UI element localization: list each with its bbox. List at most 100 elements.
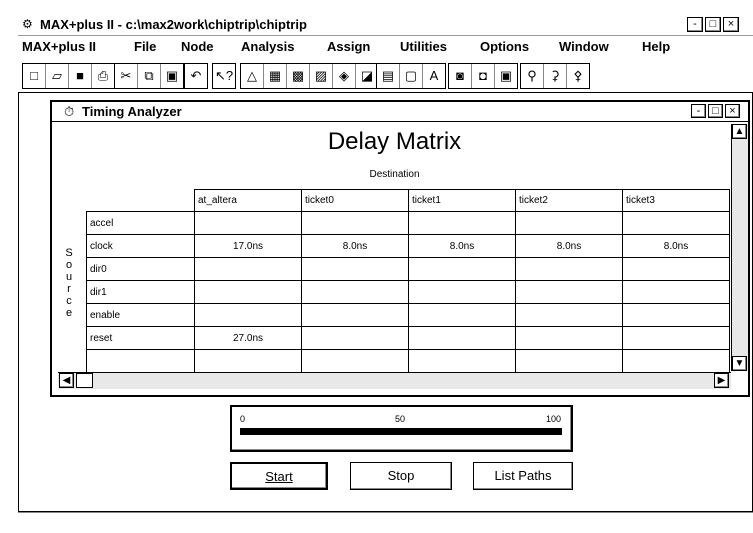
matrix-cell[interactable] — [408, 280, 516, 304]
simulator-icon[interactable]: ▨ — [310, 64, 333, 88]
matrix-cell[interactable] — [301, 303, 409, 327]
matrix-cell[interactable]: 8.0ns — [301, 234, 409, 258]
copy-icon[interactable]: ⧉ — [138, 64, 161, 88]
open-icon[interactable]: ▱ — [46, 64, 69, 88]
matrix-cell[interactable] — [194, 280, 302, 304]
graphic-editor-icon[interactable]: ▤ — [377, 64, 400, 88]
horizontal-scroll-thumb[interactable] — [76, 373, 93, 388]
hierarchy-icon[interactable]: △ — [241, 64, 264, 88]
matrix-cell[interactable] — [408, 303, 516, 327]
matrix-cell[interactable] — [408, 211, 516, 235]
scroll-up-arrow-icon[interactable]: ▲ — [732, 124, 747, 139]
save-check-icon[interactable]: ◘ — [472, 64, 495, 88]
vertical-scrollbar[interactable] — [731, 124, 748, 371]
menu-assign[interactable]: Assign — [327, 39, 370, 54]
matrix-cell[interactable]: 8.0ns — [622, 234, 730, 258]
scroll-down-arrow-icon[interactable]: ▼ — [732, 356, 747, 371]
menu-utilities[interactable]: Utilities — [400, 39, 447, 54]
matrix-cell[interactable] — [194, 257, 302, 281]
matrix-cell[interactable] — [301, 280, 409, 304]
app-icon[interactable]: ⚙ — [22, 17, 36, 31]
paste-icon[interactable]: ▣ — [161, 64, 183, 88]
scroll-left-arrow-icon[interactable]: ◀ — [59, 373, 74, 388]
status-bar — [18, 512, 753, 532]
text-editor-icon[interactable]: A — [423, 64, 445, 88]
matrix-cell[interactable] — [194, 349, 302, 373]
matrix-cell[interactable] — [515, 211, 623, 235]
maximize-button[interactable]: □ — [705, 17, 721, 32]
programmer-icon[interactable]: ◪ — [356, 64, 378, 88]
menu-analysis[interactable]: Analysis — [241, 39, 294, 54]
menu-options[interactable]: Options — [480, 39, 529, 54]
matrix-cell[interactable] — [301, 257, 409, 281]
waveform-icon[interactable]: ◙ — [449, 64, 472, 88]
row-header[interactable]: enable — [86, 303, 195, 327]
s3-icon[interactable]: ⚴ — [567, 64, 589, 88]
matrix-cell[interactable]: 17.0ns — [194, 234, 302, 258]
matrix-cell[interactable] — [622, 211, 730, 235]
menu-window[interactable]: Window — [559, 39, 609, 54]
matrix-cell[interactable]: 8.0ns — [515, 234, 623, 258]
matrix-cell[interactable] — [515, 326, 623, 350]
symbol-editor-icon[interactable]: ▢ — [400, 64, 423, 88]
menu-node[interactable]: Node — [181, 39, 214, 54]
matrix-cell[interactable] — [622, 303, 730, 327]
toolbar-file-group: □ ▱ ■ ⎙ — [22, 63, 115, 89]
matrix-cell[interactable] — [622, 257, 730, 281]
row-header[interactable]: accel — [86, 211, 195, 235]
matrix-cell[interactable] — [301, 349, 409, 373]
s1-icon[interactable]: ⚲ — [521, 64, 544, 88]
matrix-cell[interactable] — [194, 303, 302, 327]
s2-icon[interactable]: ⚳ — [544, 64, 567, 88]
menu-help[interactable]: Help — [642, 39, 670, 54]
row-header[interactable]: dir1 — [86, 280, 195, 304]
column-header[interactable]: ticket3 — [622, 189, 730, 212]
timing-icon[interactable]: ◈ — [333, 64, 356, 88]
save-icon[interactable]: ■ — [69, 64, 92, 88]
matrix-cell[interactable] — [622, 280, 730, 304]
column-header[interactable]: ticket2 — [515, 189, 623, 212]
matrix-cell[interactable] — [301, 326, 409, 350]
matrix-cell[interactable] — [622, 349, 730, 373]
matrix-cell[interactable] — [301, 211, 409, 235]
matrix-cell[interactable] — [408, 349, 516, 373]
matrix-cell[interactable] — [622, 326, 730, 350]
minimize-button[interactable]: - — [687, 17, 703, 32]
start-button[interactable]: Start — [230, 462, 328, 490]
matrix-cell[interactable] — [194, 211, 302, 235]
column-header[interactable]: at_altera — [194, 189, 302, 212]
new-icon[interactable]: □ — [23, 64, 46, 88]
matrix-cell[interactable] — [515, 257, 623, 281]
help-icon[interactable]: ↖? — [213, 64, 235, 88]
column-header[interactable]: ticket0 — [301, 189, 409, 212]
close-button[interactable]: × — [723, 17, 739, 32]
horizontal-scrollbar[interactable] — [58, 372, 731, 389]
row-header[interactable]: dir0 — [86, 257, 195, 281]
row-header[interactable] — [86, 349, 195, 373]
row-header[interactable]: reset — [86, 326, 195, 350]
stop-button[interactable]: Stop — [350, 462, 452, 490]
save-compile-icon[interactable]: ▣ — [495, 64, 517, 88]
matrix-cell[interactable] — [408, 326, 516, 350]
child-minimize-button[interactable]: - — [691, 104, 706, 118]
compiler-icon[interactable]: ▩ — [287, 64, 310, 88]
child-maximize-button[interactable]: □ — [708, 104, 723, 118]
cut-icon[interactable]: ✂ — [115, 64, 138, 88]
print-icon[interactable]: ⎙ — [92, 64, 114, 88]
matrix-cell[interactable] — [408, 257, 516, 281]
scroll-right-arrow-icon[interactable]: ▶ — [714, 373, 729, 388]
child-close-button[interactable]: × — [725, 104, 740, 118]
floorplan-icon[interactable]: ▦ — [264, 64, 287, 88]
matrix-cell[interactable]: 27.0ns — [194, 326, 302, 350]
matrix-cell[interactable] — [515, 349, 623, 373]
undo-icon[interactable]: ↶ — [185, 64, 207, 88]
menu-maxplus[interactable]: MAX+plus II — [22, 39, 96, 54]
column-header[interactable]: ticket1 — [408, 189, 516, 212]
matrix-cell[interactable]: 8.0ns — [408, 234, 516, 258]
matrix-cell[interactable] — [515, 280, 623, 304]
list-paths-button[interactable]: List Paths — [473, 462, 573, 490]
row-header[interactable]: clock — [86, 234, 195, 258]
menu-file[interactable]: File — [134, 39, 156, 54]
toolbar-project-group: ◙ ◘ ▣ — [448, 63, 518, 89]
matrix-cell[interactable] — [515, 303, 623, 327]
